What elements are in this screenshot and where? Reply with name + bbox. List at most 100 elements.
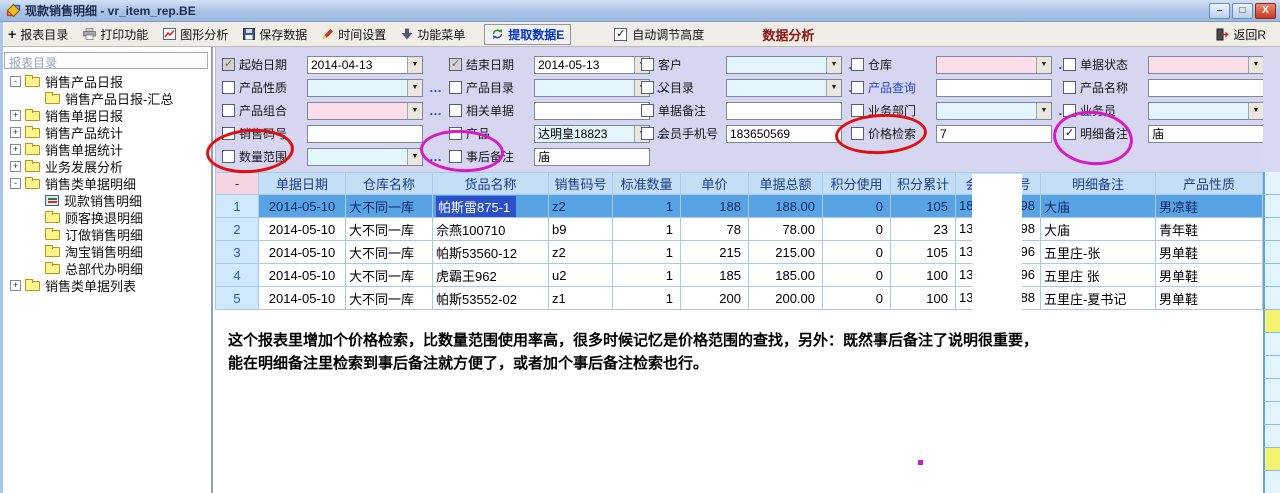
table-row[interactable]: 22014-05-10大不同一库佘燕100710b917878.00023130… <box>216 218 1263 241</box>
filter-checkbox[interactable] <box>449 150 462 163</box>
cell-product[interactable]: 帕斯雷875-1 <box>433 195 549 218</box>
filter-checkbox[interactable] <box>851 104 864 117</box>
cell-qty[interactable]: 1 <box>613 264 681 287</box>
print-button[interactable]: 打印功能 <box>83 26 148 43</box>
table-row[interactable]: 52014-05-10大不同一库帕斯53552-02z11200200.0001… <box>216 287 1263 310</box>
cell-qty[interactable]: 1 <box>613 195 681 218</box>
cell-price[interactable]: 78 <box>681 218 749 241</box>
column-header-index[interactable]: - <box>216 173 259 195</box>
filter-input[interactable] <box>936 125 1052 143</box>
filter-input[interactable] <box>534 102 650 120</box>
cell-warehouse[interactable]: 大不同一库 <box>346 195 433 218</box>
column-header-remark[interactable]: 明细备注 <box>1041 173 1156 195</box>
cell-code[interactable]: z1 <box>549 287 613 310</box>
cell-points_total[interactable]: 105 <box>891 241 956 264</box>
tree-expander-icon[interactable]: + <box>10 280 21 291</box>
cell-warehouse[interactable]: 大不同一库 <box>346 241 433 264</box>
tree-item-8[interactable]: 顾客换退明细 <box>3 209 211 226</box>
tree-expander-icon[interactable]: - <box>10 76 21 87</box>
table-row[interactable]: 42014-05-10大不同一库虎霸王962u21185185.00010013… <box>216 264 1263 287</box>
data-analysis-label[interactable]: 数据分析 <box>762 25 814 44</box>
column-header-sale-code[interactable]: 销售码号 <box>549 173 613 195</box>
extract-data-button[interactable]: 提取数据E <box>484 24 571 45</box>
filter-checkbox[interactable] <box>222 150 235 163</box>
tree-item-5[interactable]: +业务发展分析 <box>3 158 211 175</box>
filter-select[interactable]: ▼ <box>936 56 1052 74</box>
table-row[interactable]: 32014-05-10大不同一库帕斯53560-12z21215215.0001… <box>216 241 1263 264</box>
cell-points_used[interactable]: 0 <box>823 264 891 287</box>
dropdown-arrow-icon[interactable]: ▼ <box>1036 103 1051 119</box>
cell-points_used[interactable]: 0 <box>823 241 891 264</box>
cell-num[interactable]: 1 <box>216 195 259 218</box>
filter-checkbox[interactable] <box>222 104 235 117</box>
cell-product[interactable]: 佘燕100710 <box>433 218 549 241</box>
tree-item-10[interactable]: 淘宝销售明细 <box>3 243 211 260</box>
cell-num[interactable]: 5 <box>216 287 259 310</box>
cell-product[interactable]: 虎霸王962 <box>433 264 549 287</box>
filter-input[interactable] <box>534 148 650 166</box>
cell-code[interactable]: z2 <box>549 195 613 218</box>
cell-points_total[interactable]: 100 <box>891 264 956 287</box>
minimize-button[interactable]: – <box>1209 3 1230 19</box>
column-header-nature[interactable]: 产品性质 <box>1156 173 1263 195</box>
filter-select[interactable]: ▼ <box>307 79 423 97</box>
cell-warehouse[interactable]: 大不同一库 <box>346 218 433 241</box>
tree-item-11[interactable]: 总部代办明细 <box>3 260 211 277</box>
return-button[interactable]: 返回R <box>1216 26 1266 43</box>
filter-checkbox[interactable] <box>641 81 654 94</box>
tree-item-2[interactable]: +销售单据日报 <box>3 107 211 124</box>
cell-qty[interactable]: 1 <box>613 218 681 241</box>
filter-select[interactable]: ▼ <box>307 148 423 166</box>
filter-select[interactable]: 2014-04-13▼ <box>307 56 423 74</box>
time-settings-button[interactable]: 时间设置 <box>322 26 386 43</box>
function-menu-button[interactable]: 功能菜单 <box>401 26 465 43</box>
filter-checkbox[interactable] <box>222 127 235 140</box>
filter-checkbox[interactable] <box>1063 104 1076 117</box>
cell-price[interactable]: 188 <box>681 195 749 218</box>
cell-points_total[interactable]: 105 <box>891 195 956 218</box>
dropdown-arrow-icon[interactable]: ▼ <box>407 80 422 96</box>
dropdown-arrow-icon[interactable]: ▼ <box>826 57 841 73</box>
dropdown-arrow-icon[interactable]: ▼ <box>407 149 422 165</box>
cell-points_total[interactable]: 23 <box>891 218 956 241</box>
tree-item-4[interactable]: +销售单据统计 <box>3 141 211 158</box>
cell-nature[interactable]: 男单鞋 <box>1156 264 1263 287</box>
cell-nature[interactable]: 男单鞋 <box>1156 241 1263 264</box>
cell-price[interactable]: 200 <box>681 287 749 310</box>
cell-total[interactable]: 78.00 <box>749 218 823 241</box>
filter-checkbox[interactable] <box>641 58 654 71</box>
tree-item-3[interactable]: +销售产品统计 <box>3 124 211 141</box>
cell-num[interactable]: 2 <box>216 218 259 241</box>
cell-qty[interactable]: 1 <box>613 241 681 264</box>
cell-remark[interactable]: 大庙 <box>1041 218 1156 241</box>
chart-analysis-button[interactable]: 图形分析 <box>163 26 228 43</box>
filter-input[interactable] <box>307 125 423 143</box>
close-button[interactable]: X <box>1255 3 1276 19</box>
cell-remark[interactable]: 五里庄-夏书记 <box>1041 287 1156 310</box>
cell-warehouse[interactable]: 大不同一库 <box>346 264 433 287</box>
table-row[interactable]: 12014-05-10大不同一库帕斯雷875-1z21188188.000105… <box>216 195 1263 218</box>
column-header-product[interactable]: 货品名称 <box>433 173 549 195</box>
filter-checkbox[interactable] <box>851 58 864 71</box>
cell-num[interactable]: 4 <box>216 264 259 287</box>
tree-item-1[interactable]: 销售产品日报-汇总 <box>3 90 211 107</box>
column-header-date[interactable]: 单据日期 <box>259 173 346 195</box>
filter-checkbox[interactable] <box>222 58 235 71</box>
filter-input[interactable] <box>726 125 842 143</box>
report-catalog-button[interactable]: + 报表目录 <box>8 26 68 43</box>
filter-checkbox[interactable] <box>1063 58 1076 71</box>
cell-date[interactable]: 2014-05-10 <box>259 218 346 241</box>
cell-price[interactable]: 185 <box>681 264 749 287</box>
cell-total[interactable]: 215.00 <box>749 241 823 264</box>
filter-checkbox[interactable] <box>449 81 462 94</box>
filter-checkbox[interactable] <box>851 81 864 94</box>
cell-points_used[interactable]: 0 <box>823 218 891 241</box>
dropdown-arrow-icon[interactable]: ▼ <box>1248 103 1263 119</box>
cell-product[interactable]: 帕斯53552-02 <box>433 287 549 310</box>
filter-input[interactable] <box>726 102 842 120</box>
filter-input[interactable] <box>936 79 1052 97</box>
ellipsis-button[interactable]: … <box>429 107 442 115</box>
cell-price[interactable]: 215 <box>681 241 749 264</box>
tree-expander-icon[interactable]: + <box>10 127 21 138</box>
tree-item-0[interactable]: -销售产品日报 <box>3 73 211 90</box>
